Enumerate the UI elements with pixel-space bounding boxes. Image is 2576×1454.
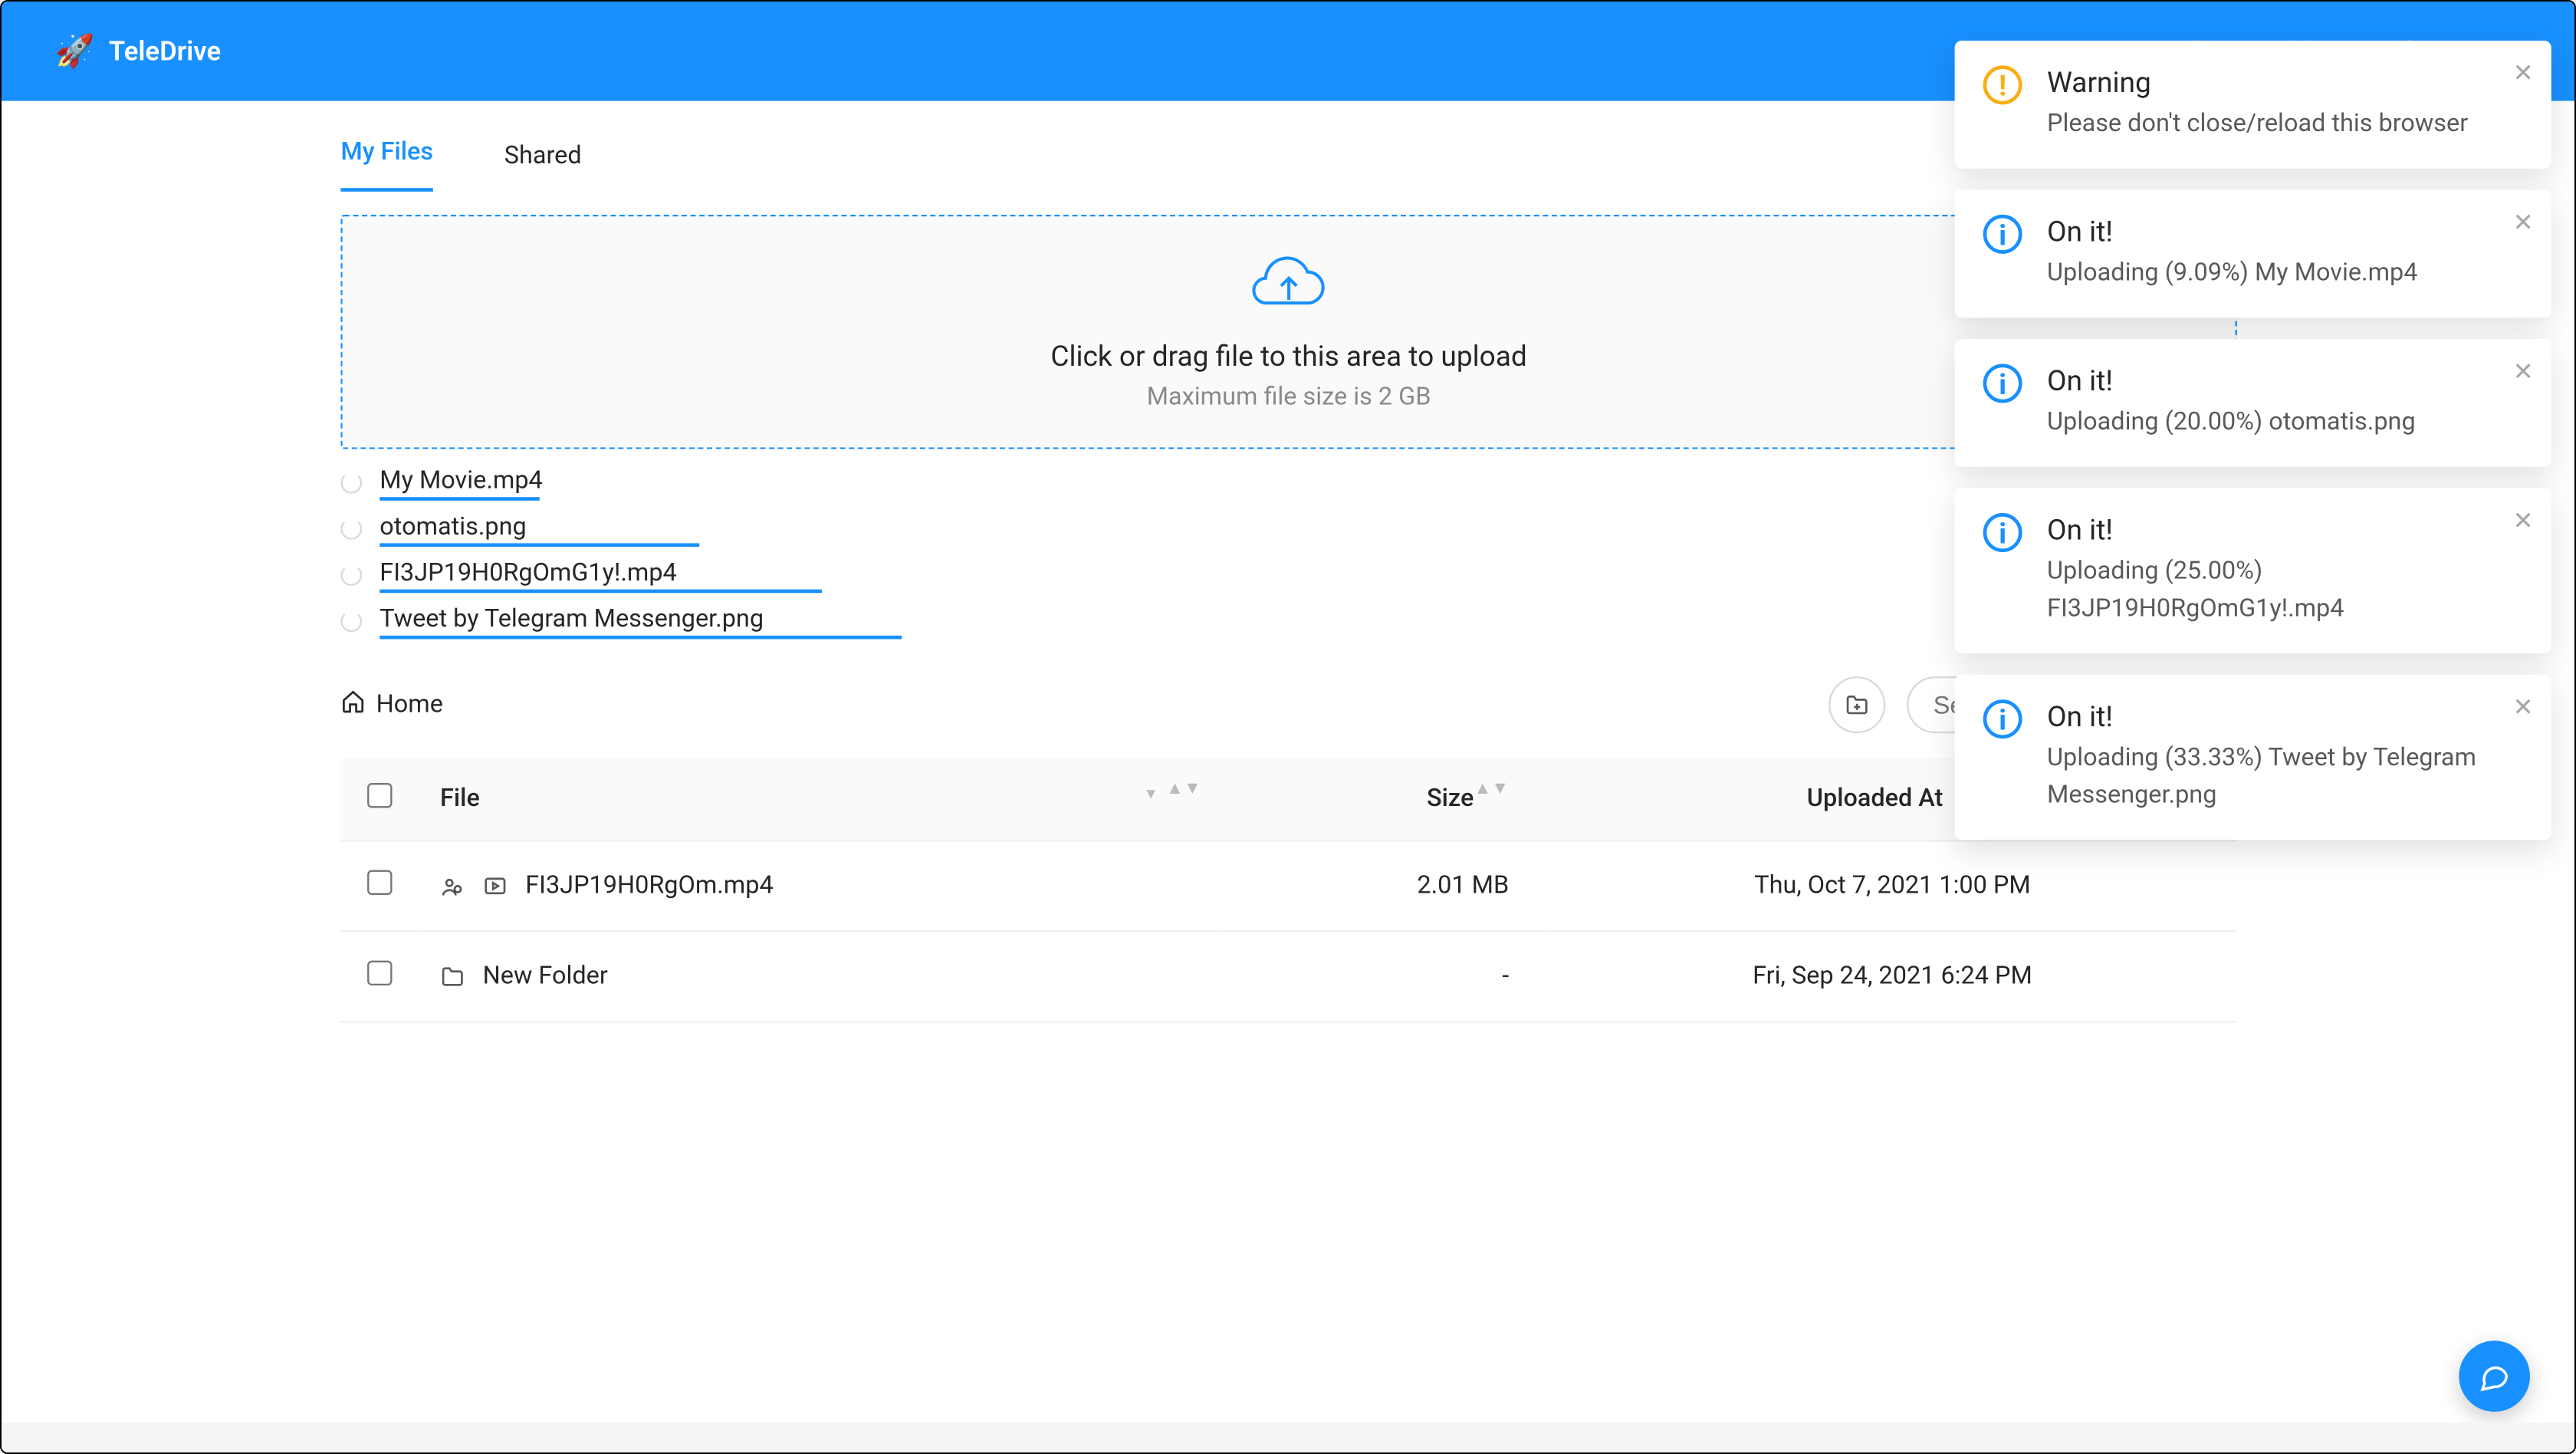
info-icon: i bbox=[1983, 364, 2022, 403]
rocket-icon: 🚀 bbox=[54, 33, 94, 71]
filter-icon[interactable]: ▾ bbox=[1146, 785, 1155, 804]
toast-title: On it! bbox=[2047, 364, 2491, 397]
progress-bar bbox=[380, 543, 699, 547]
tab-my-files[interactable]: My Files bbox=[340, 138, 433, 191]
toast-description: Uploading (33.33%) Tweet by Telegram Mes… bbox=[2047, 740, 2491, 814]
upload-item-name: otomatis.png bbox=[380, 513, 526, 545]
upload-item-name: FI3JP19H0RgOmG1y!.mp4 bbox=[380, 559, 676, 591]
close-icon[interactable]: ✕ bbox=[2512, 208, 2533, 238]
sort-icon: ▲▼ bbox=[1166, 785, 1201, 795]
dropzone-hint: Maximum file size is 2 GB bbox=[1147, 383, 1431, 411]
upload-item[interactable]: otomatis.png bbox=[340, 506, 2236, 552]
upload-item[interactable]: FI3JP19H0RgOmG1y!.mp4 bbox=[340, 552, 2236, 598]
upload-item-name: My Movie.mp4 bbox=[380, 467, 542, 499]
close-icon[interactable]: ✕ bbox=[2512, 692, 2533, 722]
progress-bar bbox=[380, 497, 539, 501]
warning-icon: ! bbox=[1983, 65, 2022, 104]
info-icon: i bbox=[1983, 215, 2022, 254]
home-icon bbox=[340, 689, 365, 721]
toast-description: Uploading (9.09%) My Movie.mp4 bbox=[2047, 255, 2491, 293]
upload-item[interactable]: Tweet by Telegram Messenger.png bbox=[340, 598, 2236, 644]
toast-description: Please don't close/reload this browser bbox=[2047, 107, 2491, 144]
loading-spinner-icon bbox=[340, 564, 362, 586]
notification-toast: i On it! Uploading (33.33%) Tweet by Teleg… bbox=[1955, 675, 2551, 840]
cloud-upload-icon bbox=[1251, 253, 1326, 327]
file-size: 2.01 MB bbox=[1223, 840, 1549, 931]
info-icon: i bbox=[1983, 699, 2022, 739]
file-table: File ▲▼ ▾ Size ▲▼ Uploaded At ▲▼ bbox=[340, 758, 2236, 1023]
row-checkbox[interactable] bbox=[367, 870, 392, 895]
toast-description: Uploading (20.00%) otomatis.png bbox=[2047, 405, 2491, 442]
breadcrumb-row: Home bbox=[340, 676, 2236, 733]
toast-title: On it! bbox=[2047, 699, 2491, 733]
toast-title: Warning bbox=[2047, 65, 2491, 99]
col-file[interactable]: File ▲▼ ▾ bbox=[419, 758, 1222, 841]
brand[interactable]: 🚀 TeleDrive bbox=[54, 33, 221, 71]
select-all-cell[interactable] bbox=[340, 758, 419, 841]
col-size[interactable]: Size ▲▼ bbox=[1223, 758, 1549, 841]
upload-item-name: Tweet by Telegram Messenger.png bbox=[380, 605, 764, 637]
close-icon[interactable]: ✕ bbox=[2512, 506, 2533, 536]
brand-name: TeleDrive bbox=[109, 35, 221, 67]
close-icon[interactable]: ✕ bbox=[2512, 357, 2533, 387]
loading-spinner-icon bbox=[340, 518, 362, 540]
table-row[interactable]: New Folder -Fri, Sep 24, 2021 6:24 PM bbox=[340, 931, 2236, 1021]
file-name-cell[interactable]: FI3JP19H0RgOm.mp4 bbox=[440, 872, 1201, 900]
upload-item[interactable]: My Movie.mp4 bbox=[340, 460, 2236, 506]
tabs: My Files Shared bbox=[340, 101, 2236, 193]
progress-bar bbox=[380, 636, 902, 640]
notification-toast: ! Warning Please don't close/reload this b… bbox=[1955, 41, 2551, 169]
shared-icon bbox=[440, 873, 465, 898]
folder-icon bbox=[440, 964, 465, 989]
table-row[interactable]: FI3JP19H0RgOm.mp4 2.01 MBThu, Oct 7, 2021… bbox=[340, 840, 2236, 931]
notification-toast: i On it! Uploading (25.00%) FI3JP19H0RgOmG… bbox=[1955, 489, 2551, 653]
toast-title: On it! bbox=[2047, 513, 2491, 547]
info-icon: i bbox=[1983, 513, 2022, 552]
upload-progress-list: My Movie.mp4 otomatis.png bbox=[340, 460, 2236, 645]
tab-shared[interactable]: Shared bbox=[504, 142, 582, 192]
toast-title: On it! bbox=[2047, 215, 2491, 248]
breadcrumb-home[interactable]: Home bbox=[340, 689, 443, 721]
notification-stack: ! Warning Please don't close/reload this b… bbox=[1955, 41, 2551, 840]
new-folder-button[interactable] bbox=[1829, 676, 1885, 733]
progress-bar bbox=[380, 590, 822, 594]
file-uploaded: Fri, Sep 24, 2021 6:24 PM bbox=[1548, 931, 2237, 1021]
loading-spinner-icon bbox=[340, 472, 362, 494]
notification-toast: i On it! Uploading (9.09%) My Movie.mp4 ✕ bbox=[1955, 189, 2551, 317]
select-all-checkbox[interactable] bbox=[367, 783, 392, 808]
toast-description: Uploading (25.00%) FI3JP19H0RgOmG1y!.mp4 bbox=[2047, 554, 2491, 628]
dropzone-text: Click or drag file to this area to uploa… bbox=[1050, 338, 1527, 372]
file-name-cell[interactable]: New Folder bbox=[440, 962, 1201, 991]
chat-fab[interactable] bbox=[2459, 1341, 2530, 1412]
upload-dropzone[interactable]: Click or drag file to this area to uploa… bbox=[340, 215, 2236, 449]
breadcrumb-label: Home bbox=[376, 691, 443, 719]
notification-toast: i On it! Uploading (20.00%) otomatis.png ✕ bbox=[1955, 339, 2551, 467]
loading-spinner-icon bbox=[340, 610, 362, 632]
close-icon[interactable]: ✕ bbox=[2512, 58, 2533, 88]
file-size: - bbox=[1223, 931, 1549, 1021]
sort-icon: ▲▼ bbox=[1474, 785, 1509, 795]
row-checkbox[interactable] bbox=[367, 961, 392, 985]
file-name: FI3JP19H0RgOm.mp4 bbox=[525, 872, 773, 900]
video-icon bbox=[483, 873, 508, 898]
file-uploaded: Thu, Oct 7, 2021 1:00 PM bbox=[1548, 840, 2237, 931]
file-name: New Folder bbox=[483, 962, 608, 991]
